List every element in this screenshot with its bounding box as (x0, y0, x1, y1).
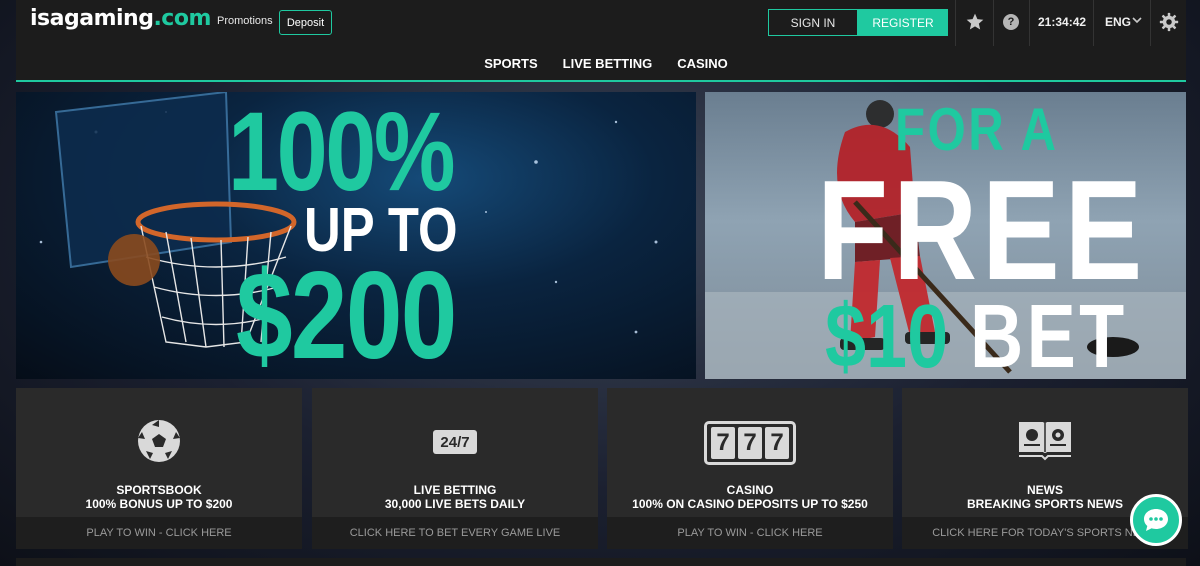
sign-in-button[interactable]: SIGN IN (768, 9, 858, 36)
nav-item-sports[interactable]: SPORTS (484, 56, 537, 71)
tile-title: NEWS (1027, 483, 1063, 497)
divider (1150, 0, 1151, 46)
slot-reel-icon: 7 (765, 427, 789, 459)
promo-banner-deposit-bonus[interactable]: 100% UP TO $200 (16, 92, 696, 379)
logo-suffix-text: .com (153, 6, 211, 31)
language-selector[interactable]: ENG (1105, 15, 1131, 29)
top-bar: isagaming.com Promotions Deposit SIGN IN… (16, 0, 1186, 46)
divider (1093, 0, 1094, 46)
chat-button[interactable] (1130, 494, 1182, 546)
tile-subtitle: 30,000 LIVE BETS DAILY (384, 497, 526, 511)
tile-subtitle: 100% ON CASINO DEPOSITS UP TO $250 (632, 497, 868, 511)
banner-right-line3a: $10 (825, 287, 949, 379)
divider (993, 0, 994, 46)
register-button[interactable]: REGISTER (858, 9, 948, 36)
logo-main-text: isagaming (30, 6, 154, 31)
divider (1029, 0, 1030, 46)
slot-machine-icon: 7 7 7 (704, 421, 796, 465)
tile-cta-link[interactable]: PLAY TO WIN - CLICK HERE (607, 517, 893, 549)
clock: 21:34:42 (1038, 15, 1087, 29)
tile-title: SPORTSBOOK (116, 483, 202, 497)
promotions-link[interactable]: Promotions (217, 15, 273, 27)
star-icon[interactable] (965, 12, 985, 32)
24-7-icon: 24/7 (433, 430, 477, 454)
main-nav: SPORTS LIVE BETTING CASINO (16, 46, 1186, 82)
page-frame: isagaming.com Promotions Deposit SIGN IN… (16, 0, 1188, 566)
tile-live-betting[interactable]: 24/7 LIVE BETTING 30,000 LIVE BETS DAILY… (312, 388, 598, 549)
banner-right-line3b: BET (970, 287, 1128, 379)
tile-title: LIVE BETTING (413, 483, 497, 497)
tile-casino[interactable]: 7 7 7 CASINO 100% ON CASINO DEPOSITS UP … (607, 388, 893, 549)
tile-subtitle: 100% BONUS UP TO $200 (85, 497, 233, 511)
banner-left-line1: 100% (228, 92, 456, 214)
news-book-icon (1019, 422, 1071, 461)
soccer-ball-icon (138, 420, 180, 462)
gear-icon[interactable] (1159, 12, 1179, 32)
nav-item-live-betting[interactable]: LIVE BETTING (563, 56, 653, 71)
tile-cta-link[interactable]: CLICK HERE TO BET EVERY GAME LIVE (312, 517, 598, 549)
tile-title: CASINO (726, 483, 774, 497)
tile-sportsbook[interactable]: SPORTSBOOK 100% BONUS UP TO $200 PLAY TO… (16, 388, 302, 549)
divider (955, 0, 956, 46)
promo-banner-free-bet[interactable]: FOR A FREE $10 BET (705, 92, 1186, 379)
deposit-button[interactable]: Deposit (279, 10, 332, 35)
chevron-down-icon[interactable] (1132, 15, 1142, 25)
chat-bubble-icon (1144, 509, 1168, 531)
slot-reel-icon: 7 (711, 427, 735, 459)
footer-strip (16, 558, 1186, 566)
slot-reel-icon: 7 (738, 427, 762, 459)
nav-item-casino[interactable]: CASINO (677, 56, 728, 71)
site-logo[interactable]: isagaming.com (30, 6, 211, 31)
banner-left-line3: $200 (236, 247, 457, 379)
banner-right-line2: FREE (817, 151, 1148, 310)
help-icon[interactable]: ? (1003, 14, 1019, 30)
tile-cta-link[interactable]: PLAY TO WIN - CLICK HERE (16, 517, 302, 549)
